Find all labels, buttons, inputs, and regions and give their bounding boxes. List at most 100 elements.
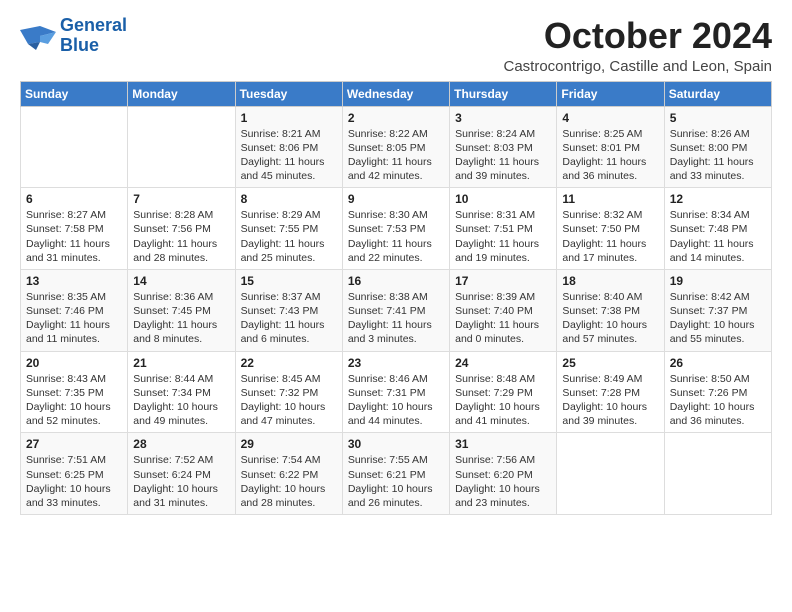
title-block: October 2024 Castrocontrigo, Castille an… [504,16,773,75]
day-number: 30 [348,437,444,451]
logo: General Blue [20,16,127,56]
calendar-week-row: 1 Sunrise: 8:21 AMSunset: 8:06 PMDaylight… [21,106,772,188]
day-info: Sunrise: 8:48 AMSunset: 7:29 PMDaylight:… [455,373,540,428]
calendar-day-cell: 26 Sunrise: 8:50 AMSunset: 7:26 PMDayligh… [664,351,771,433]
calendar-table: SundayMondayTuesdayWednesdayThursdayFrid… [20,81,772,515]
day-number: 11 [562,192,658,206]
weekday-header: Friday [557,81,664,106]
day-info: Sunrise: 8:31 AMSunset: 7:51 PMDaylight:… [455,209,539,264]
day-info: Sunrise: 8:21 AMSunset: 8:06 PMDaylight:… [241,128,325,183]
calendar-day-cell: 14 Sunrise: 8:36 AMSunset: 7:45 PMDayligh… [128,269,235,351]
day-number: 24 [455,356,551,370]
weekday-header: Sunday [21,81,128,106]
location-subtitle: Castrocontrigo, Castille and Leon, Spain [504,58,773,75]
calendar-week-row: 13 Sunrise: 8:35 AMSunset: 7:46 PMDayligh… [21,269,772,351]
day-info: Sunrise: 8:39 AMSunset: 7:40 PMDaylight:… [455,291,539,346]
calendar-day-cell [21,106,128,188]
day-info: Sunrise: 8:29 AMSunset: 7:55 PMDaylight:… [241,209,325,264]
day-number: 25 [562,356,658,370]
logo-line2: Blue [60,36,127,56]
calendar-day-cell: 23Sunrise: 8:46 AMSunset: 7:31 PMDayligh… [342,351,449,433]
day-number: 4 [562,111,658,125]
calendar-day-cell: 3 Sunrise: 8:24 AMSunset: 8:03 PMDaylight… [450,106,557,188]
day-info: Sunrise: 8:50 AMSunset: 7:26 PMDaylight:… [670,373,755,428]
day-number: 3 [455,111,551,125]
calendar-week-row: 20Sunrise: 8:43 AMSunset: 7:35 PMDayligh… [21,351,772,433]
calendar-day-cell: 31 Sunrise: 7:56 AMSunset: 6:20 PMDayligh… [450,433,557,515]
calendar-day-cell: 16 Sunrise: 8:38 AMSunset: 7:41 PMDayligh… [342,269,449,351]
day-number: 31 [455,437,551,451]
calendar-week-row: 27 Sunrise: 7:51 AMSunset: 6:25 PMDayligh… [21,433,772,515]
page-container: General Blue October 2024 Castrocontrigo… [0,0,792,525]
day-info: Sunrise: 7:54 AMSunset: 6:22 PMDaylight:… [241,454,326,509]
day-number: 12 [670,192,766,206]
day-info: Sunrise: 8:40 AMSunset: 7:38 PMDaylight:… [562,291,647,346]
day-info: Sunrise: 8:45 AMSunset: 7:32 PMDaylight:… [241,373,326,428]
calendar-day-cell: 18 Sunrise: 8:40 AMSunset: 7:38 PMDayligh… [557,269,664,351]
day-number: 22 [241,356,337,370]
weekday-header: Saturday [664,81,771,106]
month-title: October 2024 [504,16,773,56]
calendar-day-cell: 7 Sunrise: 8:28 AMSunset: 7:56 PMDaylight… [128,188,235,270]
calendar-day-cell: 30 Sunrise: 7:55 AMSunset: 6:21 PMDayligh… [342,433,449,515]
day-info: Sunrise: 8:27 AMSunset: 7:58 PMDaylight:… [26,209,110,264]
day-info: Sunrise: 8:22 AMSunset: 8:05 PMDaylight:… [348,128,432,183]
calendar-day-cell: 22 Sunrise: 8:45 AMSunset: 7:32 PMDayligh… [235,351,342,433]
day-info: Sunrise: 7:51 AMSunset: 6:25 PMDaylight:… [26,454,111,509]
day-info: Sunrise: 8:34 AMSunset: 7:48 PMDaylight:… [670,209,754,264]
calendar-day-cell: 11Sunrise: 8:32 AMSunset: 7:50 PMDayligh… [557,188,664,270]
day-number: 19 [670,274,766,288]
calendar-day-cell: 24 Sunrise: 8:48 AMSunset: 7:29 PMDayligh… [450,351,557,433]
day-info: Sunrise: 7:52 AMSunset: 6:24 PMDaylight:… [133,454,218,509]
day-info: Sunrise: 8:37 AMSunset: 7:43 PMDaylight:… [241,291,325,346]
day-number: 9 [348,192,444,206]
day-number: 10 [455,192,551,206]
day-number: 23 [348,356,444,370]
day-info: Sunrise: 8:44 AMSunset: 7:34 PMDaylight:… [133,373,218,428]
day-info: Sunrise: 8:30 AMSunset: 7:53 PMDaylight:… [348,209,432,264]
day-info: Sunrise: 8:26 AMSunset: 8:00 PMDaylight:… [670,128,754,183]
day-number: 27 [26,437,122,451]
calendar-body: 1 Sunrise: 8:21 AMSunset: 8:06 PMDaylight… [21,106,772,514]
calendar-week-row: 6Sunrise: 8:27 AMSunset: 7:58 PMDaylight… [21,188,772,270]
calendar-day-cell [128,106,235,188]
weekday-row: SundayMondayTuesdayWednesdayThursdayFrid… [21,81,772,106]
day-info: Sunrise: 8:36 AMSunset: 7:45 PMDaylight:… [133,291,217,346]
day-info: Sunrise: 8:24 AMSunset: 8:03 PMDaylight:… [455,128,539,183]
day-number: 18 [562,274,658,288]
day-number: 7 [133,192,229,206]
day-number: 5 [670,111,766,125]
day-info: Sunrise: 7:55 AMSunset: 6:21 PMDaylight:… [348,454,433,509]
day-number: 13 [26,274,122,288]
day-number: 8 [241,192,337,206]
day-number: 1 [241,111,337,125]
calendar-day-cell: 2 Sunrise: 8:22 AMSunset: 8:05 PMDaylight… [342,106,449,188]
day-number: 26 [670,356,766,370]
day-info: Sunrise: 8:38 AMSunset: 7:41 PMDaylight:… [348,291,432,346]
calendar-header: SundayMondayTuesdayWednesdayThursdayFrid… [21,81,772,106]
weekday-header: Monday [128,81,235,106]
day-info: Sunrise: 8:28 AMSunset: 7:56 PMDaylight:… [133,209,217,264]
calendar-day-cell: 20Sunrise: 8:43 AMSunset: 7:35 PMDayligh… [21,351,128,433]
calendar-day-cell [557,433,664,515]
day-number: 14 [133,274,229,288]
day-info: Sunrise: 8:42 AMSunset: 7:37 PMDaylight:… [670,291,755,346]
day-info: Sunrise: 7:56 AMSunset: 6:20 PMDaylight:… [455,454,540,509]
calendar-day-cell: 25 Sunrise: 8:49 AMSunset: 7:28 PMDayligh… [557,351,664,433]
logo-text: General Blue [60,16,127,56]
calendar-day-cell: 17 Sunrise: 8:39 AMSunset: 7:40 PMDayligh… [450,269,557,351]
day-number: 21 [133,356,229,370]
day-info: Sunrise: 8:35 AMSunset: 7:46 PMDaylight:… [26,291,110,346]
calendar-day-cell: 12 Sunrise: 8:34 AMSunset: 7:48 PMDayligh… [664,188,771,270]
header: General Blue October 2024 Castrocontrigo… [20,16,772,75]
calendar-day-cell: 15 Sunrise: 8:37 AMSunset: 7:43 PMDayligh… [235,269,342,351]
day-number: 28 [133,437,229,451]
day-number: 16 [348,274,444,288]
day-number: 2 [348,111,444,125]
calendar-day-cell: 6Sunrise: 8:27 AMSunset: 7:58 PMDaylight… [21,188,128,270]
calendar-day-cell: 4Sunrise: 8:25 AMSunset: 8:01 PMDaylight… [557,106,664,188]
day-info: Sunrise: 8:49 AMSunset: 7:28 PMDaylight:… [562,373,647,428]
calendar-day-cell [664,433,771,515]
day-number: 15 [241,274,337,288]
day-number: 17 [455,274,551,288]
